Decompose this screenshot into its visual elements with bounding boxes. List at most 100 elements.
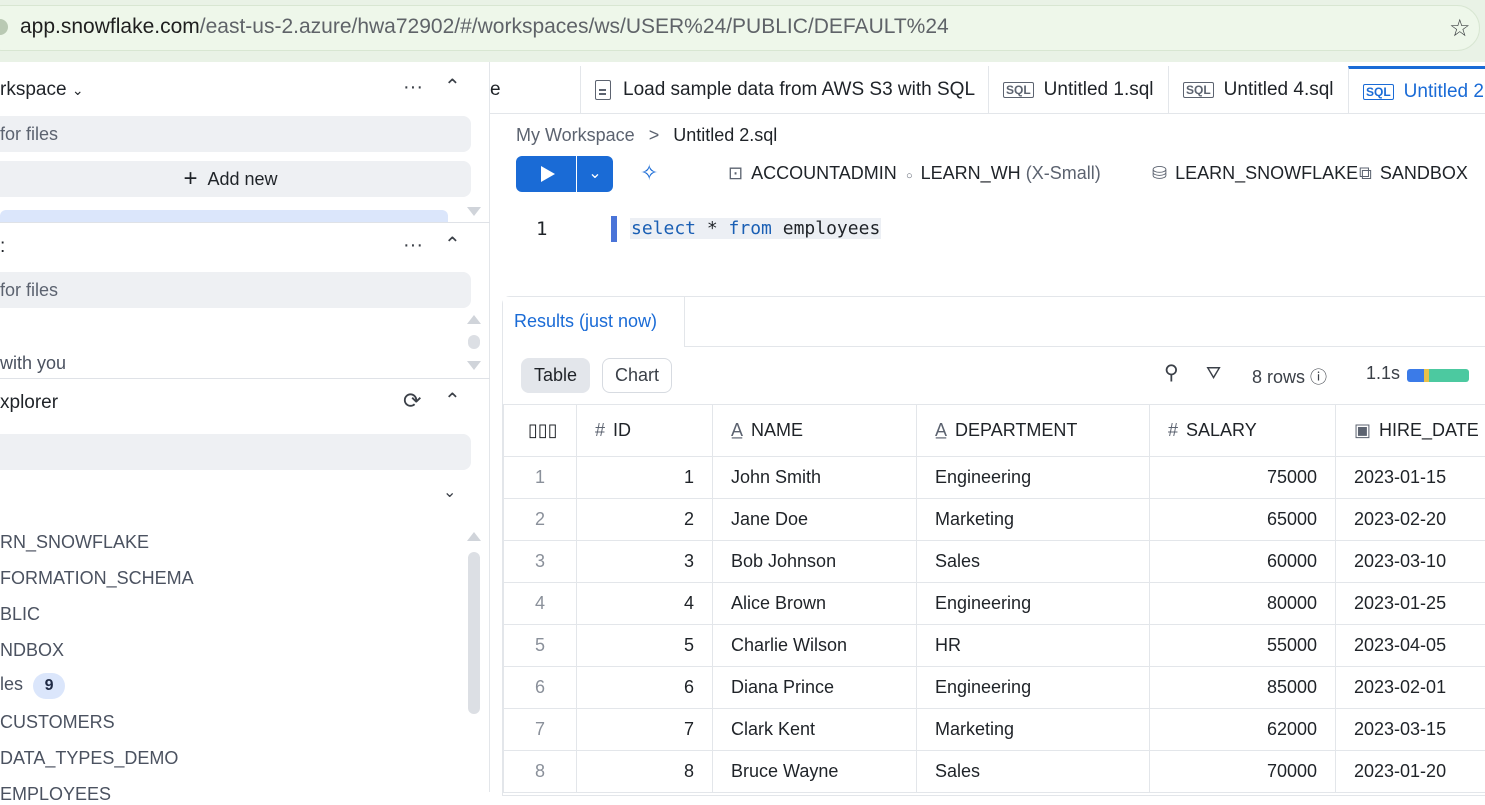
cell-name[interactable]: John Smith [713, 457, 917, 499]
table-row[interactable]: 11John SmithEngineering750002023-01-15 [504, 457, 1485, 499]
table-row[interactable]: 44Alice BrownEngineering800002023-01-25 [504, 583, 1485, 625]
run-options-dropdown[interactable]: ⌄ [577, 156, 613, 192]
cell-name[interactable]: Charlie Wilson [713, 625, 917, 667]
scrollbar-thumb[interactable] [468, 335, 480, 349]
tree-item-table[interactable]: DATA_TYPES_DEMO [0, 748, 178, 769]
cell-department[interactable]: Engineering [917, 583, 1150, 625]
row-number[interactable]: 7 [504, 709, 577, 751]
cell-hire-date[interactable]: 2023-03-10 [1336, 541, 1485, 583]
cell-hire-date[interactable]: 2023-01-15 [1336, 457, 1485, 499]
collapse-icon[interactable]: ⌃ [444, 232, 461, 257]
explorer-scrollbar-thumb[interactable] [468, 552, 480, 714]
shared-search-input[interactable]: for files [0, 272, 471, 308]
ai-sparkle-icon[interactable]: ✧ [640, 160, 658, 186]
cell-salary[interactable]: 55000 [1150, 625, 1336, 667]
scroll-up-icon[interactable] [467, 532, 481, 541]
explorer-search-input[interactable] [0, 434, 471, 470]
cell-department[interactable]: Marketing [917, 709, 1150, 751]
scroll-up-icon[interactable] [467, 315, 481, 324]
table-row[interactable]: 88Bruce WayneSales700002023-01-20 [504, 751, 1485, 793]
more-options-icon[interactable]: ··· [403, 234, 423, 257]
cell-salary[interactable]: 62000 [1150, 709, 1336, 751]
cell-hire-date[interactable]: 2023-02-20 [1336, 499, 1485, 541]
cell-salary[interactable]: 60000 [1150, 541, 1336, 583]
cell-department[interactable]: Sales [917, 541, 1150, 583]
cell-name[interactable]: Alice Brown [713, 583, 917, 625]
database-selector[interactable]: ⛁LEARN_SNOWFLAKE [1152, 163, 1358, 184]
cell-hire-date[interactable]: 2023-04-05 [1336, 625, 1485, 667]
table-row[interactable]: 33Bob JohnsonSales600002023-03-10 [504, 541, 1485, 583]
tab-load-sample-data[interactable]: Load sample data from AWS S3 with SQL [580, 66, 988, 114]
cell-name[interactable]: Jane Doe [713, 499, 917, 541]
cell-department[interactable]: Marketing [917, 499, 1150, 541]
chevron-down-icon[interactable]: ⌄ [443, 482, 456, 502]
code-line[interactable]: select * from employees [630, 218, 881, 239]
duration-bar[interactable] [1407, 369, 1469, 382]
cell-name[interactable]: Diana Prince [713, 667, 917, 709]
cell-hire-date[interactable]: 2023-02-01 [1336, 667, 1485, 709]
row-number[interactable]: 8 [504, 751, 577, 793]
scroll-down-icon[interactable] [467, 361, 481, 370]
cell-id[interactable]: 3 [577, 541, 713, 583]
results-tab[interactable]: Results (just now) [503, 297, 685, 347]
column-header-id[interactable]: #ID [577, 405, 713, 457]
breadcrumb-root[interactable]: My Workspace [516, 125, 635, 145]
cell-name[interactable]: Bob Johnson [713, 541, 917, 583]
url-text[interactable]: app.snowflake.com/east-us-2.azure/hwa729… [20, 15, 949, 39]
selected-file-item[interactable] [0, 210, 448, 222]
collapse-icon[interactable]: ⌃ [444, 388, 461, 413]
cell-name[interactable]: Bruce Wayne [713, 751, 917, 793]
shared-with-you-item[interactable]: with you [0, 353, 66, 374]
cell-id[interactable]: 4 [577, 583, 713, 625]
cell-salary[interactable]: 85000 [1150, 667, 1336, 709]
cell-salary[interactable]: 80000 [1150, 583, 1336, 625]
table-row[interactable]: 22Jane DoeMarketing650002023-02-20 [504, 499, 1485, 541]
run-button[interactable] [516, 156, 576, 192]
column-header-hire-date[interactable]: ▣HIRE_DATE [1336, 405, 1485, 457]
column-header-name[interactable]: A̲NAME [713, 405, 917, 457]
more-options-icon[interactable]: ··· [403, 76, 423, 99]
cell-id[interactable]: 8 [577, 751, 713, 793]
warehouse-selector[interactable]: ○LEARN_WH (X-Small) [906, 163, 1101, 184]
bookmark-star-icon[interactable]: ☆ [1449, 14, 1471, 43]
tree-item-table[interactable]: CUSTOMERS [0, 712, 115, 733]
cell-id[interactable]: 7 [577, 709, 713, 751]
cell-hire-date[interactable]: 2023-01-20 [1336, 751, 1485, 793]
cell-salary[interactable]: 65000 [1150, 499, 1336, 541]
cell-id[interactable]: 6 [577, 667, 713, 709]
chart-view-button[interactable]: Chart [602, 358, 672, 393]
cell-department[interactable]: Engineering [917, 667, 1150, 709]
search-icon[interactable]: ⚲ [1164, 360, 1179, 385]
cell-department[interactable]: Engineering [917, 457, 1150, 499]
cell-salary[interactable]: 75000 [1150, 457, 1336, 499]
workspace-title[interactable]: rkspace ⌄ [0, 79, 84, 101]
row-number[interactable]: 4 [504, 583, 577, 625]
info-icon[interactable]: ⓘ [1310, 368, 1327, 387]
row-number[interactable]: 3 [504, 541, 577, 583]
tree-item-database[interactable]: RN_SNOWFLAKE [0, 532, 149, 553]
cell-hire-date[interactable]: 2023-03-15 [1336, 709, 1485, 751]
scroll-down-icon[interactable] [467, 207, 481, 216]
tree-item-schema[interactable]: BLIC [0, 604, 40, 625]
column-header-salary[interactable]: #SALARY [1150, 405, 1336, 457]
table-row[interactable]: 77Clark KentMarketing620002023-03-15 [504, 709, 1485, 751]
tab-untitled-1[interactable]: SQLUntitled 1.sql [988, 66, 1168, 114]
shared-title[interactable]: : [0, 236, 5, 258]
workspace-search-input[interactable]: for files [0, 116, 471, 152]
filter-icon[interactable]: ⛛ [1206, 363, 1221, 384]
column-header-department[interactable]: A̲DEPARTMENT [917, 405, 1150, 457]
cell-department[interactable]: Sales [917, 751, 1150, 793]
cell-id[interactable]: 2 [577, 499, 713, 541]
column-stats-icon[interactable]: ▯▯▯ [504, 405, 577, 457]
sql-editor[interactable]: 1 select * from employees [490, 212, 1485, 292]
row-number[interactable]: 6 [504, 667, 577, 709]
role-selector[interactable]: ⊡ACCOUNTADMIN [728, 163, 897, 184]
tree-item-schema[interactable]: NDBOX [0, 640, 64, 661]
table-row[interactable]: 55Charlie WilsonHR550002023-04-05 [504, 625, 1485, 667]
collapse-icon[interactable]: ⌃ [444, 74, 461, 99]
table-row[interactable]: 66Diana PrinceEngineering850002023-02-01 [504, 667, 1485, 709]
cell-id[interactable]: 1 [577, 457, 713, 499]
schema-selector[interactable]: ⧉SANDBOX [1359, 163, 1468, 184]
cell-department[interactable]: HR [917, 625, 1150, 667]
tree-item-schema[interactable]: FORMATION_SCHEMA [0, 568, 194, 589]
